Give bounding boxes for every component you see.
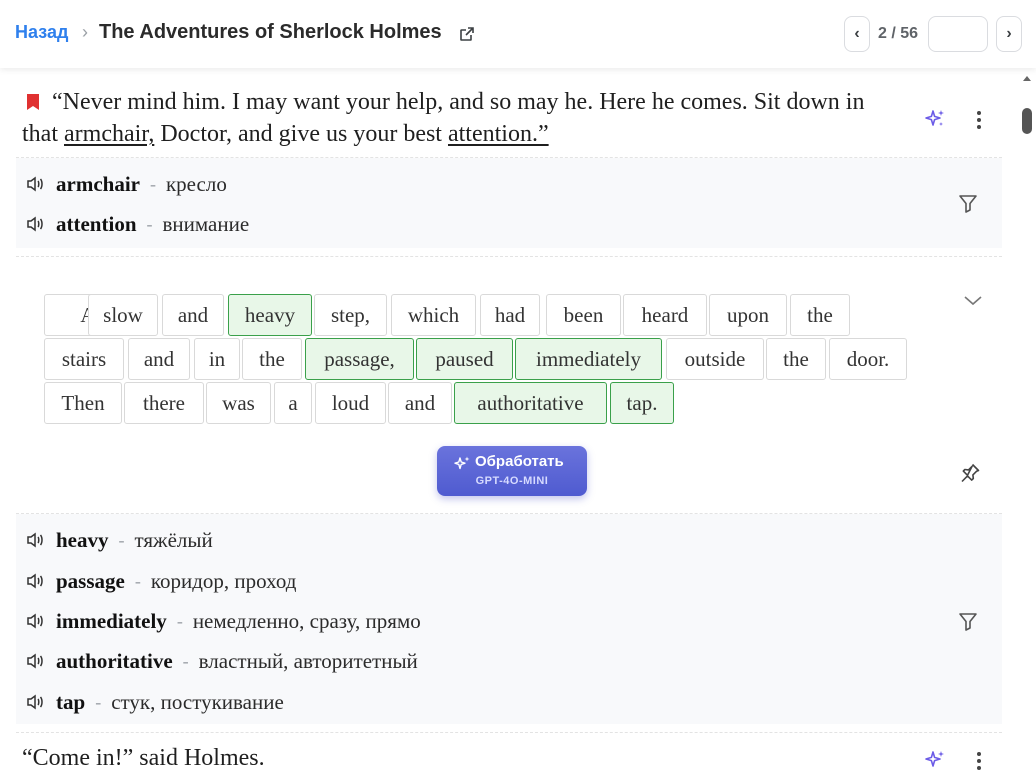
vocab-dash: -	[95, 691, 102, 712]
vocab-dash: -	[118, 529, 125, 550]
word-chip[interactable]: Then	[44, 382, 122, 424]
word-chip[interactable]: and	[388, 382, 452, 424]
vocab-word: heavy	[56, 527, 109, 552]
word-chip[interactable]: a	[274, 382, 312, 424]
word-chip[interactable]: tap.	[610, 382, 674, 424]
word-chip[interactable]: had	[480, 294, 540, 336]
word-chip[interactable]: outside	[666, 338, 764, 380]
vocab-word: tap	[56, 689, 86, 714]
vocab-translation: властный, авторитетный	[198, 648, 418, 673]
vocab-row: armchair - кресло	[26, 171, 227, 197]
vocab-translation: тяжёлый	[134, 527, 213, 552]
sentence-text: “Come in!” said Holmes.	[22, 745, 265, 771]
highlighted-word[interactable]: armchair,	[64, 121, 154, 147]
sentence-part: Doctor, and give us your best	[154, 121, 448, 147]
vocab-panel: heavy - тяжёлый passage - коридор, прохо…	[16, 514, 1002, 724]
word-chip[interactable]: passage,	[305, 338, 414, 380]
external-link-icon[interactable]	[459, 26, 475, 42]
word-chip[interactable]: slow	[88, 294, 158, 336]
speaker-icon[interactable]	[26, 175, 46, 193]
speaker-icon[interactable]	[26, 652, 46, 670]
scroll-up-arrow-icon[interactable]	[1020, 72, 1034, 84]
vocab-translation: немедленно, сразу, прямо	[192, 608, 421, 633]
vocab-row: authoritative - властный, авторитетный	[26, 648, 418, 674]
word-chip[interactable]: paused	[416, 338, 513, 380]
speaker-icon[interactable]	[26, 531, 46, 549]
process-button-label: Обработать	[475, 453, 564, 470]
divider	[16, 256, 1002, 257]
speaker-icon[interactable]	[26, 215, 46, 233]
vocab-dash: -	[176, 610, 183, 631]
vocab-translation: внимание	[162, 211, 250, 236]
word-chip[interactable]: stairs	[44, 338, 124, 380]
vocab-row: immediately - немедленно, сразу, прямо	[26, 608, 421, 634]
vocab-row: tap - стук, постукивание	[26, 689, 284, 715]
vocab-dash: -	[149, 173, 156, 194]
word-chip[interactable]: immediately	[515, 338, 662, 380]
vocab-word: armchair	[56, 171, 140, 196]
more-options-icon[interactable]	[976, 752, 982, 772]
word-chip[interactable]: step,	[314, 294, 387, 336]
vocab-word: attention	[56, 211, 137, 236]
divider	[16, 732, 1002, 733]
word-chip[interactable]: heavy	[228, 294, 312, 336]
vocab-dash: -	[134, 570, 141, 591]
word-chip[interactable]: in	[194, 338, 240, 380]
vocab-row: passage - коридор, проход	[26, 568, 296, 594]
word-chip[interactable]: door.	[829, 338, 907, 380]
vocab-word: authoritative	[56, 648, 173, 673]
ai-sparkle-icon[interactable]	[924, 749, 946, 771]
word-chip[interactable]: heard	[623, 294, 707, 336]
book-title: The Adventures of Sherlock Holmes	[99, 21, 442, 43]
chevron-down-icon[interactable]	[962, 292, 984, 308]
breadcrumb-separator: ›	[82, 22, 88, 42]
scrollbar-thumb[interactable]	[1022, 108, 1032, 134]
vocab-translation: коридор, проход	[150, 568, 297, 593]
vocab-word: passage	[56, 568, 125, 593]
filter-icon[interactable]	[957, 610, 979, 632]
word-chip[interactable]: and	[162, 294, 224, 336]
sentence-text: “Never mind him. I may want your help, a…	[22, 86, 902, 150]
sparkle-icon	[454, 456, 470, 470]
word-chip[interactable]: there	[124, 382, 204, 424]
more-options-icon[interactable]	[976, 111, 982, 131]
word-chip[interactable]: the	[790, 294, 850, 336]
speaker-icon[interactable]	[26, 612, 46, 630]
word-chip[interactable]: was	[206, 382, 271, 424]
vocab-dash: -	[146, 213, 153, 234]
process-button[interactable]: Обработать GPT-4O-MINI	[437, 446, 587, 496]
speaker-icon[interactable]	[26, 693, 46, 711]
word-chip[interactable]: the	[242, 338, 302, 380]
vocab-translation: стук, постукивание	[111, 689, 284, 714]
prev-page-button[interactable]: ‹	[844, 16, 870, 52]
vocab-row: attention - внимание	[26, 211, 249, 237]
word-chip[interactable]: loud	[315, 382, 386, 424]
word-chip[interactable]: been	[546, 294, 621, 336]
next-page-button[interactable]: ›	[996, 16, 1022, 52]
word-chip[interactable]: and	[128, 338, 190, 380]
vocab-dash: -	[182, 650, 189, 671]
word-chip[interactable]: which	[391, 294, 476, 336]
word-chip[interactable]: the	[766, 338, 826, 380]
vocab-translation: кресло	[165, 171, 227, 196]
vocab-row: heavy - тяжёлый	[26, 527, 213, 553]
ai-sparkle-icon[interactable]	[924, 108, 946, 130]
filter-icon[interactable]	[957, 192, 979, 214]
word-chip[interactable]: authoritative	[454, 382, 607, 424]
pin-icon[interactable]	[958, 461, 982, 485]
vocab-word: immediately	[56, 608, 167, 633]
highlighted-word[interactable]: attention.”	[448, 121, 549, 147]
top-bar: Назад › The Adventures of Sherlock Holme…	[0, 0, 1036, 68]
model-label: GPT-4O-MINI	[475, 475, 549, 487]
vocab-panel: armchair - кресло attention - внимание	[16, 158, 1002, 248]
page-indicator: 2 / 56	[878, 25, 919, 42]
back-link[interactable]: Назад	[15, 22, 68, 43]
word-chip[interactable]: upon	[709, 294, 787, 336]
page-number-input[interactable]	[928, 16, 988, 52]
speaker-icon[interactable]	[26, 572, 46, 590]
